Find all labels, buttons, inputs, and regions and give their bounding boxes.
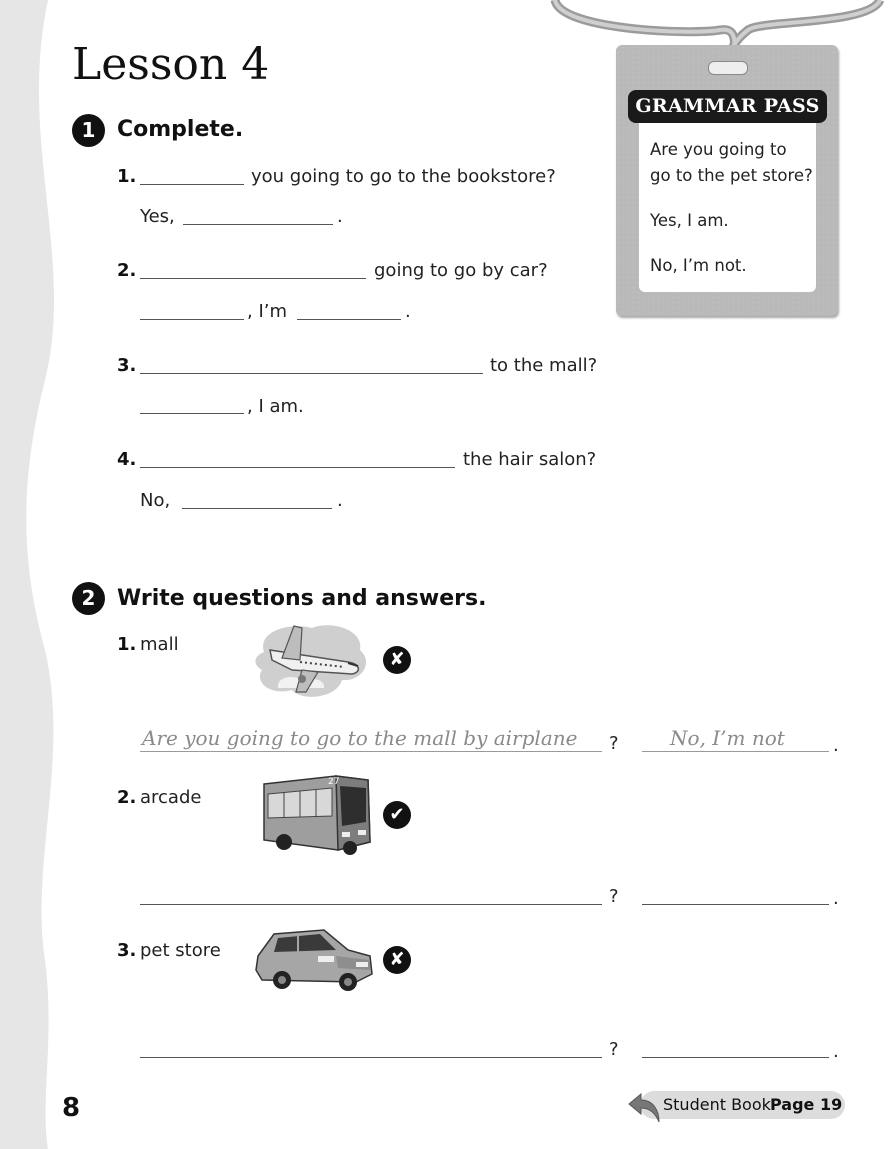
- s1-item-1-number: 1.: [117, 166, 137, 187]
- grammar-pass-line-1: Are you going to: [650, 140, 787, 159]
- s1-item-3-blank-b[interactable]: [140, 413, 244, 414]
- s1-item-2-question: going to go by car?: [374, 260, 548, 281]
- s1-item-3-blank-a[interactable]: [140, 373, 483, 374]
- s2-item-2-question-mark: ?: [609, 886, 619, 907]
- s1-item-1-answer-prefix: Yes,: [140, 206, 175, 227]
- page-number: 8: [62, 1093, 81, 1123]
- grammar-pass-line-2: go to the pet store?: [650, 166, 813, 185]
- s1-item-2-number: 2.: [117, 260, 137, 281]
- s1-item-1-blank-a[interactable]: [140, 184, 244, 185]
- lesson-title: Lesson 4: [72, 39, 270, 90]
- s2-item-1-question-line: [140, 751, 602, 752]
- s2-item-2-period: .: [833, 888, 839, 909]
- section-1-title: Complete.: [117, 117, 244, 142]
- s2-item-2-answer-line[interactable]: [642, 904, 829, 905]
- s1-item-2-blank-c[interactable]: [297, 319, 401, 320]
- s2-item-2-question-line[interactable]: [140, 904, 602, 905]
- s2-item-3-answer-line[interactable]: [642, 1057, 829, 1058]
- s2-item-1-question-mark: ?: [609, 733, 619, 754]
- s1-item-4-answer-prefix: No,: [140, 490, 171, 511]
- s1-item-1-blank-b[interactable]: [183, 224, 333, 225]
- grammar-pass-line-3: Yes, I am.: [650, 211, 729, 230]
- s1-item-2-period: .: [405, 301, 411, 322]
- s2-item-3-number: 3.: [117, 940, 137, 961]
- s1-item-3-question: to the mall?: [490, 355, 598, 376]
- s1-item-2-blank-b[interactable]: [140, 319, 244, 320]
- s2-item-1-answer-line: [642, 751, 829, 752]
- s1-item-4-period: .: [337, 490, 343, 511]
- example-answer: No, I’m not: [670, 726, 785, 750]
- back-arrow-icon: [628, 1092, 660, 1123]
- s2-item-2-place: arcade: [140, 787, 202, 808]
- bus-icon: 27: [263, 775, 371, 855]
- s1-item-4-number: 4.: [117, 449, 137, 470]
- s2-item-1-number: 1.: [117, 634, 137, 655]
- s2-item-3-question-mark: ?: [609, 1039, 619, 1060]
- lanyard-slot: [708, 61, 748, 75]
- x-mark-icon: ✘: [383, 646, 411, 674]
- example-question: Are you going to go to the mall by airpl…: [142, 726, 578, 750]
- grammar-pass-content: Are you going to go to the pet store? Ye…: [639, 108, 816, 292]
- s1-item-1-question: you going to go to the bookstore?: [251, 166, 556, 187]
- s2-item-3-question-line[interactable]: [140, 1057, 602, 1058]
- student-book-label: Student Book: [663, 1095, 771, 1114]
- s1-item-3-answer-text: , I am.: [247, 396, 304, 417]
- grammar-pass-title: GRAMMAR PASS: [628, 90, 827, 123]
- section-1-number: 1: [72, 114, 105, 147]
- s1-item-4-blank-a[interactable]: [140, 467, 455, 468]
- s1-item-2-answer-mid: , I’m: [247, 301, 288, 322]
- s1-item-3-number: 3.: [117, 355, 137, 376]
- x-mark-icon: ✘: [383, 946, 411, 974]
- grammar-pass-line-4: No, I’m not.: [650, 256, 747, 275]
- s1-item-1-period: .: [337, 206, 343, 227]
- s1-item-4-question: the hair salon?: [463, 449, 597, 470]
- student-book-page: Page 19: [770, 1095, 843, 1114]
- s2-item-1-period: .: [833, 735, 839, 756]
- airplane-icon: [255, 625, 367, 697]
- s1-item-2-blank-a[interactable]: [140, 278, 366, 279]
- s2-item-2-number: 2.: [117, 787, 137, 808]
- car-icon: [255, 929, 373, 991]
- s1-item-4-blank-b[interactable]: [182, 508, 332, 509]
- section-2-number: 2: [72, 582, 105, 615]
- s2-item-3-place: pet store: [140, 940, 221, 961]
- section-2-title: Write questions and answers.: [117, 586, 487, 611]
- s2-item-1-place: mall: [140, 634, 179, 655]
- svg-text:27: 27: [328, 777, 339, 787]
- s2-item-3-period: .: [833, 1041, 839, 1062]
- check-mark-icon: ✔: [383, 801, 411, 829]
